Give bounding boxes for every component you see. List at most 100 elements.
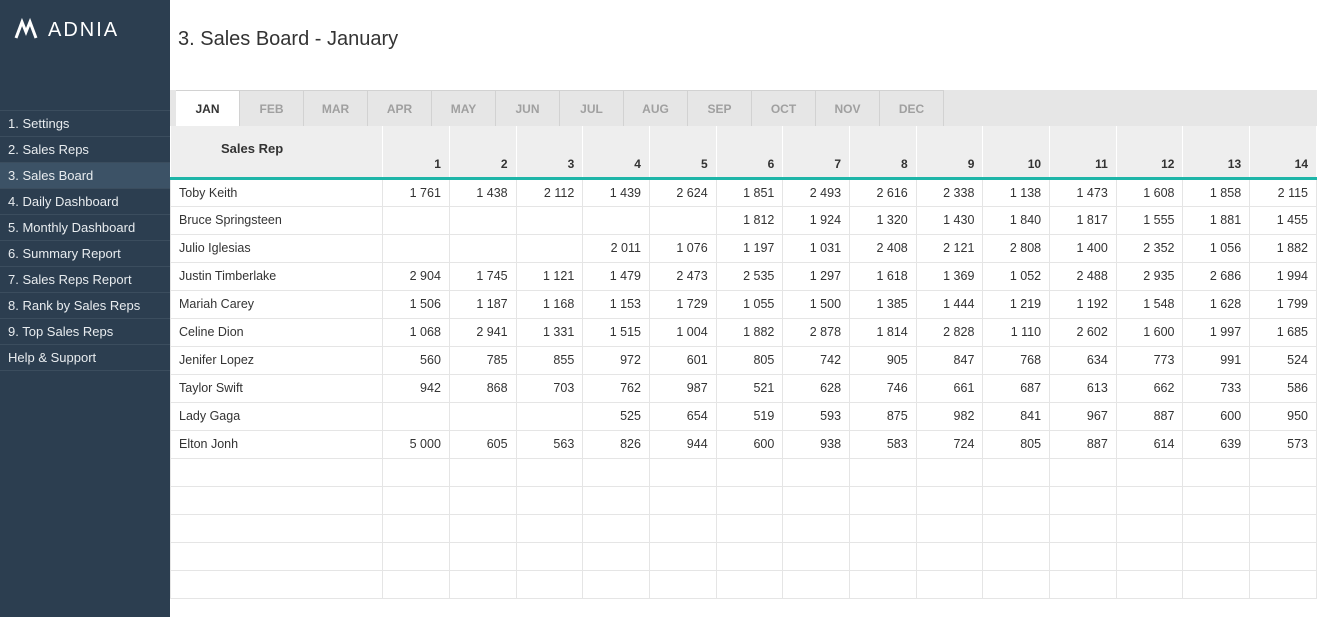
- empty-cell[interactable]: [850, 542, 917, 570]
- data-cell[interactable]: 1 068: [383, 318, 450, 346]
- empty-cell[interactable]: [583, 458, 650, 486]
- data-cell[interactable]: 875: [850, 402, 917, 430]
- tab-feb[interactable]: FEB: [240, 90, 304, 126]
- data-cell[interactable]: 773: [1116, 346, 1183, 374]
- data-cell[interactable]: 654: [649, 402, 716, 430]
- data-cell[interactable]: 2 011: [583, 234, 650, 262]
- empty-cell[interactable]: [1183, 458, 1250, 486]
- tab-jul[interactable]: JUL: [560, 90, 624, 126]
- rep-name-cell[interactable]: Mariah Carey: [171, 290, 383, 318]
- data-cell[interactable]: 1 608: [1116, 178, 1183, 206]
- data-cell[interactable]: 1 882: [1250, 234, 1317, 262]
- data-cell[interactable]: 950: [1250, 402, 1317, 430]
- data-cell[interactable]: [383, 402, 450, 430]
- empty-cell[interactable]: [783, 486, 850, 514]
- empty-cell[interactable]: [383, 486, 450, 514]
- data-cell[interactable]: 586: [1250, 374, 1317, 402]
- data-cell[interactable]: 887: [1050, 430, 1117, 458]
- empty-cell[interactable]: [171, 514, 383, 542]
- empty-cell[interactable]: [516, 458, 583, 486]
- empty-cell[interactable]: [983, 458, 1050, 486]
- data-cell[interactable]: 2 602: [1050, 318, 1117, 346]
- data-cell[interactable]: 1 479: [583, 262, 650, 290]
- data-cell[interactable]: 987: [649, 374, 716, 402]
- data-cell[interactable]: 1 438: [449, 178, 516, 206]
- data-cell[interactable]: [383, 234, 450, 262]
- data-cell[interactable]: 1 187: [449, 290, 516, 318]
- data-cell[interactable]: 905: [850, 346, 917, 374]
- data-cell[interactable]: 1 814: [850, 318, 917, 346]
- empty-cell[interactable]: [916, 570, 983, 598]
- data-cell[interactable]: 5 000: [383, 430, 450, 458]
- sidebar-item-2[interactable]: 3. Sales Board: [0, 162, 170, 188]
- data-cell[interactable]: 938: [783, 430, 850, 458]
- data-cell[interactable]: 2 488: [1050, 262, 1117, 290]
- data-cell[interactable]: 1 055: [716, 290, 783, 318]
- empty-cell[interactable]: [516, 514, 583, 542]
- empty-cell[interactable]: [171, 458, 383, 486]
- empty-cell[interactable]: [850, 486, 917, 514]
- data-cell[interactable]: 1 400: [1050, 234, 1117, 262]
- empty-cell[interactable]: [583, 542, 650, 570]
- data-cell[interactable]: 967: [1050, 402, 1117, 430]
- empty-cell[interactable]: [783, 458, 850, 486]
- sidebar-item-7[interactable]: 8. Rank by Sales Reps: [0, 292, 170, 318]
- sidebar-item-8[interactable]: 9. Top Sales Reps: [0, 318, 170, 344]
- rep-name-cell[interactable]: Elton Jonh: [171, 430, 383, 458]
- sidebar-item-6[interactable]: 7. Sales Reps Report: [0, 266, 170, 292]
- empty-cell[interactable]: [171, 486, 383, 514]
- data-cell[interactable]: 1 817: [1050, 206, 1117, 234]
- data-cell[interactable]: 2 624: [649, 178, 716, 206]
- tab-jun[interactable]: JUN: [496, 90, 560, 126]
- data-cell[interactable]: 2 616: [850, 178, 917, 206]
- data-cell[interactable]: 614: [1116, 430, 1183, 458]
- empty-cell[interactable]: [449, 486, 516, 514]
- data-cell[interactable]: 703: [516, 374, 583, 402]
- data-cell[interactable]: 1 455: [1250, 206, 1317, 234]
- data-cell[interactable]: 1 881: [1183, 206, 1250, 234]
- data-cell[interactable]: 563: [516, 430, 583, 458]
- empty-cell[interactable]: [516, 486, 583, 514]
- data-cell[interactable]: 1 385: [850, 290, 917, 318]
- data-cell[interactable]: 1 761: [383, 178, 450, 206]
- data-cell[interactable]: 1 500: [783, 290, 850, 318]
- data-cell[interactable]: 687: [983, 374, 1050, 402]
- empty-cell[interactable]: [171, 542, 383, 570]
- data-cell[interactable]: [583, 206, 650, 234]
- data-cell[interactable]: 1 812: [716, 206, 783, 234]
- data-cell[interactable]: 1 745: [449, 262, 516, 290]
- data-cell[interactable]: 661: [916, 374, 983, 402]
- data-cell[interactable]: 805: [716, 346, 783, 374]
- data-cell[interactable]: 1 297: [783, 262, 850, 290]
- data-cell[interactable]: 1 369: [916, 262, 983, 290]
- empty-cell[interactable]: [649, 458, 716, 486]
- data-cell[interactable]: 733: [1183, 374, 1250, 402]
- data-cell[interactable]: 1 840: [983, 206, 1050, 234]
- data-cell[interactable]: 1 600: [1116, 318, 1183, 346]
- empty-cell[interactable]: [1116, 542, 1183, 570]
- empty-cell[interactable]: [1050, 514, 1117, 542]
- empty-cell[interactable]: [449, 570, 516, 598]
- empty-cell[interactable]: [983, 486, 1050, 514]
- data-cell[interactable]: 1 515: [583, 318, 650, 346]
- empty-cell[interactable]: [716, 486, 783, 514]
- tab-nov[interactable]: NOV: [816, 90, 880, 126]
- data-cell[interactable]: 2 473: [649, 262, 716, 290]
- data-cell[interactable]: 1 548: [1116, 290, 1183, 318]
- empty-cell[interactable]: [649, 514, 716, 542]
- data-cell[interactable]: 1 331: [516, 318, 583, 346]
- empty-cell[interactable]: [1250, 514, 1317, 542]
- empty-cell[interactable]: [1116, 458, 1183, 486]
- empty-cell[interactable]: [916, 486, 983, 514]
- data-cell[interactable]: 1 628: [1183, 290, 1250, 318]
- data-cell[interactable]: 634: [1050, 346, 1117, 374]
- tab-jan[interactable]: JAN: [176, 90, 240, 126]
- data-cell[interactable]: 742: [783, 346, 850, 374]
- sidebar-item-0[interactable]: 1. Settings: [0, 110, 170, 136]
- data-cell[interactable]: 785: [449, 346, 516, 374]
- data-cell[interactable]: 519: [716, 402, 783, 430]
- empty-cell[interactable]: [783, 514, 850, 542]
- empty-cell[interactable]: [716, 542, 783, 570]
- empty-cell[interactable]: [850, 458, 917, 486]
- empty-cell[interactable]: [1183, 570, 1250, 598]
